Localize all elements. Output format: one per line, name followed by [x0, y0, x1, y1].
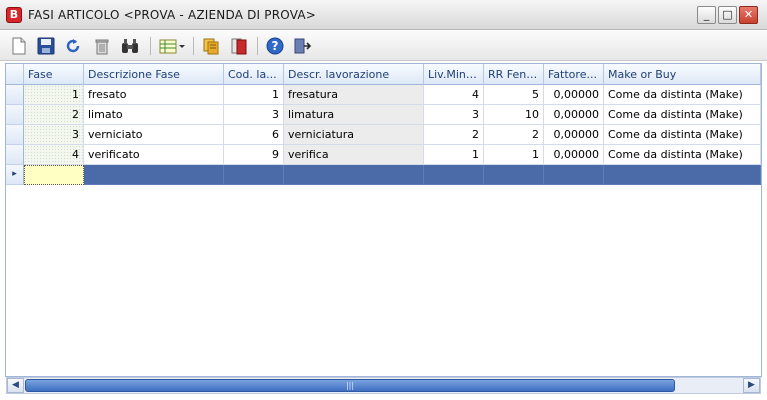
cell-rr-fence[interactable]: 10 [484, 105, 544, 125]
cell-descr-lavorazione: verniciatura [284, 125, 424, 145]
table-row[interactable]: 3 verniciato 6 verniciatura 2 2 0,00000 … [6, 125, 761, 145]
copy-documents-icon[interactable] [201, 36, 221, 56]
layout-dropdown-icon[interactable] [158, 36, 186, 56]
new-row-cell[interactable] [484, 165, 544, 185]
toolbar-separator [193, 37, 194, 55]
cell-fattore[interactable]: 0,00000 [544, 125, 604, 145]
save-icon[interactable] [36, 36, 56, 56]
cell-descrizione-fase[interactable]: fresato [84, 85, 224, 105]
cell-make-or-buy[interactable]: Come da distinta (Make) [604, 85, 761, 105]
cell-descr-lavorazione: limatura [284, 105, 424, 125]
cell-make-or-buy[interactable]: Come da distinta (Make) [604, 145, 761, 165]
toolbar-separator [257, 37, 258, 55]
column-header-descr-lavorazione[interactable]: Descr. lavorazione [284, 64, 424, 85]
close-button[interactable]: ✕ [739, 6, 758, 24]
cell-fase[interactable]: 1 [24, 85, 84, 105]
new-document-icon[interactable] [9, 36, 29, 56]
toolbar: ? [0, 31, 767, 61]
column-header-cod-lavorazione[interactable]: Cod. la... [224, 64, 284, 85]
cell-cod-lavorazione[interactable]: 9 [224, 145, 284, 165]
cell-descrizione-fase[interactable]: verniciato [84, 125, 224, 145]
new-row-cell[interactable] [544, 165, 604, 185]
undo-icon[interactable] [64, 36, 84, 56]
cell-descr-lavorazione: fresatura [284, 85, 424, 105]
column-header-fase[interactable]: Fase [24, 64, 84, 85]
cell-descrizione-fase[interactable]: verificato [84, 145, 224, 165]
trash-icon[interactable] [92, 36, 112, 56]
scroll-right-icon[interactable]: ▶ [743, 378, 760, 393]
cell-rr-fence[interactable]: 1 [484, 145, 544, 165]
cell-descrizione-fase[interactable]: limato [84, 105, 224, 125]
table-row[interactable]: 2 limato 3 limatura 3 10 0,00000 Come da… [6, 105, 761, 125]
cell-fase[interactable]: 4 [24, 145, 84, 165]
row-indicator[interactable] [6, 85, 24, 105]
cell-fattore[interactable]: 0,00000 [544, 145, 604, 165]
cell-make-or-buy[interactable]: Come da distinta (Make) [604, 105, 761, 125]
cell-fase[interactable]: 2 [24, 105, 84, 125]
column-header-make-or-buy[interactable]: Make or Buy [604, 64, 761, 85]
cell-liv-min-db[interactable]: 3 [424, 105, 484, 125]
table-row[interactable]: 4 verificato 9 verifica 1 1 0,00000 Come… [6, 145, 761, 165]
cell-make-or-buy[interactable]: Come da distinta (Make) [604, 125, 761, 145]
cell-rr-fence[interactable]: 5 [484, 85, 544, 105]
phases-grid[interactable]: Fase Descrizione Fase Cod. la... Descr. … [5, 63, 762, 377]
new-row-fase-editor[interactable] [24, 165, 84, 185]
new-row-cell[interactable] [284, 165, 424, 185]
cell-cod-lavorazione[interactable]: 6 [224, 125, 284, 145]
new-row-cell[interactable] [224, 165, 284, 185]
scroll-thumb[interactable]: ||| [25, 379, 675, 392]
new-row-cell[interactable] [604, 165, 761, 185]
scroll-left-icon[interactable]: ◀ [7, 378, 24, 393]
row-indicator[interactable] [6, 145, 24, 165]
app-logo-icon: B [6, 7, 22, 23]
cell-fattore[interactable]: 0,00000 [544, 85, 604, 105]
cell-fattore[interactable]: 0,00000 [544, 105, 604, 125]
column-header-rr-fence[interactable]: RR Fence [484, 64, 544, 85]
help-icon[interactable]: ? [265, 36, 285, 56]
cell-fase[interactable]: 3 [24, 125, 84, 145]
new-row-cell[interactable] [84, 165, 224, 185]
window-title: FASI ARTICOLO <PROVA - AZIENDA DI PROVA> [28, 8, 317, 22]
title-bar: B FASI ARTICOLO <PROVA - AZIENDA DI PROV… [0, 0, 767, 30]
column-header-liv-min-db[interactable]: Liv.Min.DB [424, 64, 484, 85]
toolbar-separator [150, 37, 151, 55]
svg-text:?: ? [272, 39, 279, 53]
cell-cod-lavorazione[interactable]: 1 [224, 85, 284, 105]
row-indicator-header [6, 64, 24, 85]
cell-descr-lavorazione: verifica [284, 145, 424, 165]
column-header-descrizione-fase[interactable]: Descrizione Fase [84, 64, 224, 85]
horizontal-scrollbar[interactable]: ◀ ||| ▶ [6, 377, 761, 394]
cell-liv-min-db[interactable]: 2 [424, 125, 484, 145]
column-header-fattore[interactable]: Fattore... [544, 64, 604, 85]
new-row-indicator-icon[interactable]: ▸ [6, 165, 24, 185]
new-row[interactable]: ▸ [6, 165, 761, 185]
new-row-cell[interactable] [424, 165, 484, 185]
cell-liv-min-db[interactable]: 4 [424, 85, 484, 105]
maximize-button[interactable]: □ [718, 6, 737, 24]
book-icon[interactable] [229, 36, 249, 56]
binoculars-icon[interactable] [120, 36, 140, 56]
cell-liv-min-db[interactable]: 1 [424, 145, 484, 165]
minimize-button[interactable]: _ [697, 6, 716, 24]
cell-cod-lavorazione[interactable]: 3 [224, 105, 284, 125]
table-row[interactable]: 1 fresato 1 fresatura 4 5 0,00000 Come d… [6, 85, 761, 105]
exit-door-icon[interactable] [293, 36, 313, 56]
row-indicator[interactable] [6, 125, 24, 145]
row-indicator[interactable] [6, 105, 24, 125]
cell-rr-fence[interactable]: 2 [484, 125, 544, 145]
